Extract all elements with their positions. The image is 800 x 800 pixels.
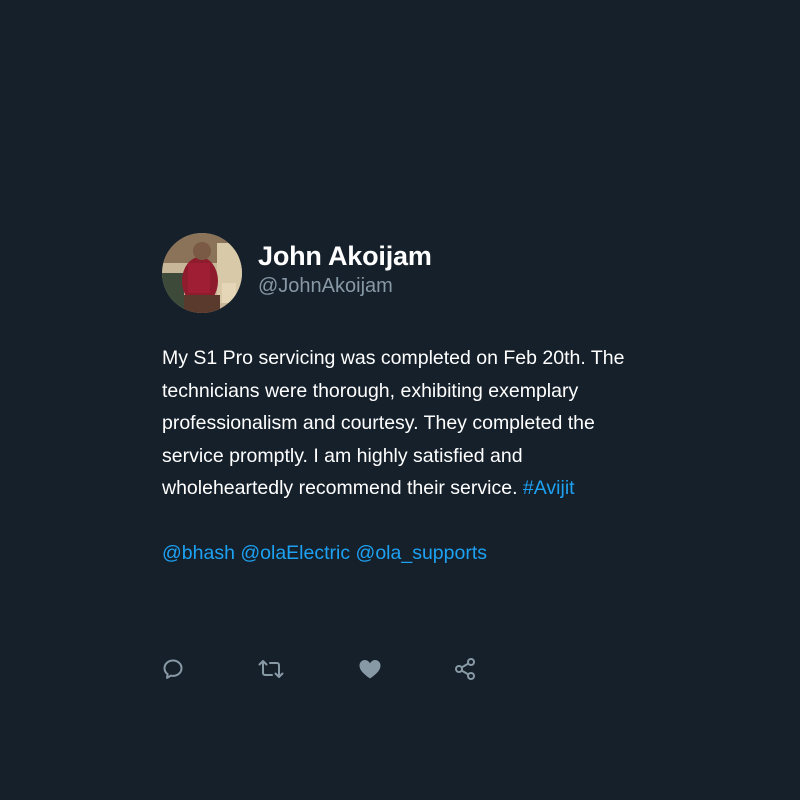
- mention-link[interactable]: @ola_supports: [356, 542, 487, 564]
- avatar[interactable]: [162, 233, 242, 313]
- like-button[interactable]: [357, 656, 383, 682]
- retweet-button[interactable]: [258, 656, 284, 682]
- share-button[interactable]: [452, 656, 478, 682]
- share-icon: [455, 658, 475, 680]
- mention-link[interactable]: @olaElectric: [240, 542, 350, 564]
- reply-icon: [163, 659, 183, 679]
- avatar-photo-icon: [162, 233, 242, 313]
- reply-button[interactable]: [160, 656, 186, 682]
- tweet-header: John Akoijam @JohnAkoijam: [162, 232, 642, 314]
- mention-link[interactable]: @bhash: [162, 542, 235, 564]
- hashtag-link[interactable]: #Avijit: [523, 477, 575, 499]
- display-name[interactable]: John Akoijam: [258, 239, 432, 273]
- tweet-text: My S1 Pro servicing was completed on Feb…: [162, 342, 632, 505]
- heart-icon: [359, 660, 381, 679]
- user-names: John Akoijam @JohnAkoijam: [258, 239, 432, 299]
- action-bar: [162, 656, 492, 686]
- tweet-card: John Akoijam @JohnAkoijam My S1 Pro serv…: [162, 232, 642, 680]
- mentions: @bhash @olaElectric @ola_supports: [162, 537, 642, 570]
- retweet-icon: [258, 660, 284, 678]
- user-handle[interactable]: @JohnAkoijam: [258, 273, 432, 299]
